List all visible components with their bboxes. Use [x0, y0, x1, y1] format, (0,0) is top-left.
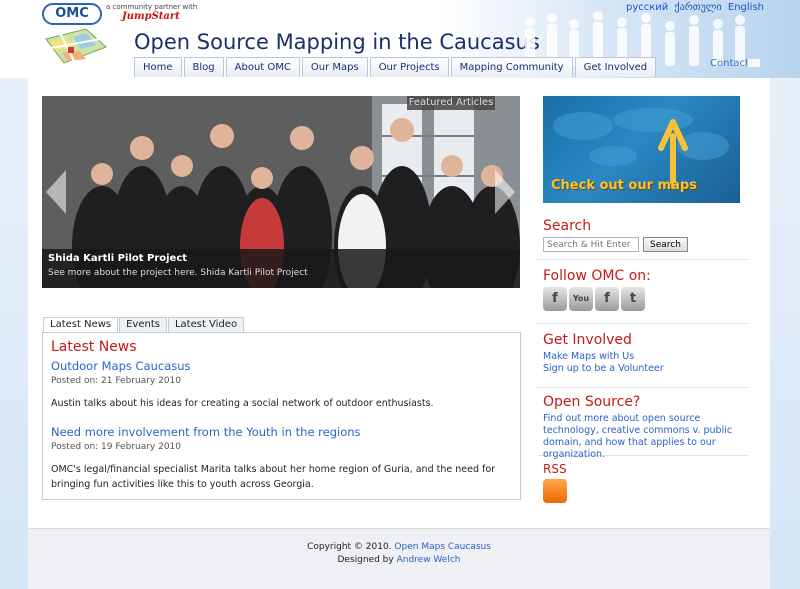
twitter-icon[interactable]: t: [621, 287, 645, 311]
nav-about-omc[interactable]: About OMC: [225, 57, 300, 77]
volunteer-link[interactable]: Sign up to be a Volunteer: [543, 363, 743, 375]
slide-caption[interactable]: Shida Kartli Pilot Project See more abou…: [42, 249, 520, 288]
news-item-title[interactable]: Need more involvement from the Youth in …: [51, 425, 512, 439]
envelope-icon[interactable]: [747, 58, 761, 68]
get-involved-section: Get Involved Make Maps with Us Sign up t…: [537, 332, 749, 388]
site-footer: Copyright © 2010. Open Maps Caucasus Des…: [28, 528, 770, 589]
rss-section: RSS: [537, 462, 749, 516]
news-item-date: Posted on: 21 February 2010: [51, 376, 182, 386]
lang-georgian[interactable]: ქართული: [674, 2, 721, 13]
tab-latest-news[interactable]: Latest News: [43, 317, 119, 333]
slider-prev-arrow-icon[interactable]: [46, 170, 66, 214]
nav-our-maps[interactable]: Our Maps: [301, 57, 368, 77]
news-item-body: OMC's legal/financial specialist Marita …: [51, 464, 496, 490]
nav-blog[interactable]: Blog: [183, 57, 224, 77]
omc-logo[interactable]: OMC: [42, 3, 102, 25]
rss-icon[interactable]: [543, 479, 567, 503]
copyright-text: Copyright © 2010.: [307, 542, 392, 552]
social-icons: f You f t: [543, 287, 743, 311]
open-source-text[interactable]: Find out more about open source technolo…: [543, 413, 733, 461]
tab-events[interactable]: Events: [119, 317, 167, 332]
map-illustration-icon: [45, 28, 107, 64]
lang-english[interactable]: English: [728, 2, 764, 13]
copyright-link[interactable]: Open Maps Caucasus: [394, 542, 491, 552]
get-involved-heading: Get Involved: [543, 332, 632, 348]
search-button[interactable]: Search: [643, 237, 688, 252]
partner-line: a community partner with: [106, 3, 198, 11]
site-title: Open Source Mapping in the Caucasus: [134, 30, 540, 54]
designed-by-text: Designed by: [337, 555, 394, 565]
news-item-title[interactable]: Outdoor Maps Caucasus: [51, 359, 512, 373]
follow-heading: Follow OMC on:: [543, 268, 651, 284]
slider-next-arrow-icon[interactable]: [495, 170, 515, 214]
facebook-icon[interactable]: f: [543, 287, 567, 311]
open-source-heading: Open Source?: [543, 394, 641, 410]
lang-russian[interactable]: русский: [626, 2, 668, 13]
site-header: OMC a community partner with JumpStart O…: [0, 0, 800, 78]
maps-promo-banner[interactable]: Check out our maps: [543, 96, 740, 203]
nav-home[interactable]: Home: [134, 57, 182, 77]
nav-our-projects[interactable]: Our Projects: [369, 57, 449, 77]
language-switcher: русский ქართული English: [623, 2, 764, 13]
tab-latest-video[interactable]: Latest Video: [167, 317, 245, 332]
youtube-icon[interactable]: You: [569, 287, 593, 311]
contact-link[interactable]: Contact: [710, 58, 749, 69]
jumpstart-logo[interactable]: JumpStart: [122, 11, 180, 22]
follow-section: Follow OMC on: f You f t: [537, 268, 749, 324]
search-section: Search Search: [537, 218, 749, 260]
slide-caption-text: See more about the project here. Shida K…: [48, 268, 308, 278]
news-item-date: Posted on: 19 February 2010: [51, 442, 182, 452]
main-nav: Home Blog About OMC Our Maps Our Project…: [134, 57, 658, 77]
rss-heading: RSS: [543, 462, 567, 476]
nav-mapping-community[interactable]: Mapping Community: [450, 57, 573, 77]
news-panel: Latest News Outdoor Maps Caucasus Posted…: [42, 332, 521, 500]
slide-caption-title[interactable]: Shida Kartli Pilot Project: [48, 253, 514, 264]
search-input[interactable]: [543, 237, 639, 252]
designer-link[interactable]: Andrew Welch: [397, 555, 461, 565]
open-source-section: Open Source? Find out more about open so…: [537, 394, 749, 460]
promo-text[interactable]: Check out our maps: [551, 178, 697, 193]
content-tabs: Latest News Events Latest Video: [43, 317, 245, 333]
featured-articles-tab[interactable]: Featured Articles: [407, 96, 495, 110]
nav-get-involved[interactable]: Get Involved: [574, 57, 657, 77]
facebook-icon[interactable]: f: [595, 287, 619, 311]
news-item-body: Austin talks about his ideas for creatin…: [51, 398, 434, 409]
search-heading: Search: [543, 218, 592, 234]
make-maps-link[interactable]: Make Maps with Us: [543, 351, 743, 363]
news-heading: Latest News: [51, 339, 137, 355]
